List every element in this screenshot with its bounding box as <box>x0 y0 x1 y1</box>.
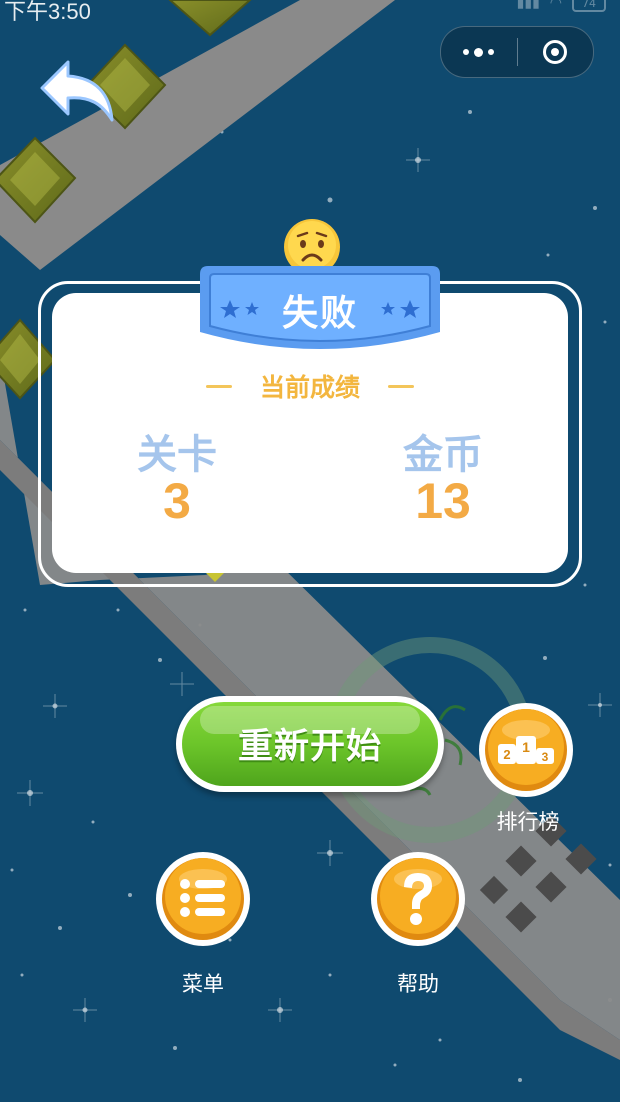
level-value: 3 <box>163 473 191 529</box>
battery-icon: 74 <box>572 0 606 12</box>
score-header-dash-left <box>205 384 232 388</box>
score-header: 当前成绩 <box>196 366 424 406</box>
help-label: 帮助 <box>397 972 439 996</box>
menu-label: 菜单 <box>182 972 224 996</box>
restart-button[interactable]: 重新开始 <box>176 696 444 792</box>
score-header-dash-right <box>388 384 414 388</box>
svg-text:2: 2 <box>503 747 510 762</box>
score-header-label: 当前成绩 <box>259 373 360 402</box>
help-button[interactable] <box>370 851 466 947</box>
restart-label: 重新开始 <box>237 727 382 767</box>
menu-button[interactable] <box>155 851 251 947</box>
miniprogram-capsule <box>440 26 594 78</box>
coins-value: 13 <box>415 473 471 529</box>
svg-text:3: 3 <box>542 750 549 764</box>
wifi-icon: ◠ <box>549 0 562 11</box>
close-button[interactable] <box>518 27 594 77</box>
status-icons: ▮▮▮ ◠ 74 <box>517 0 606 12</box>
back-arrow-icon[interactable] <box>38 54 120 126</box>
leaderboard-label: 排行榜 <box>496 810 560 834</box>
target-close-icon <box>543 40 568 64</box>
signal-icon: ▮▮▮ <box>516 0 540 11</box>
result-title: 失败 <box>281 293 358 334</box>
svg-text:1: 1 <box>522 739 530 755</box>
more-button[interactable] <box>441 27 517 77</box>
more-dots-icon <box>463 47 495 57</box>
status-time: 下午3:50 <box>4 0 91 24</box>
list-icon <box>180 879 225 917</box>
leaderboard-button[interactable]: 2 1 3 <box>478 702 574 798</box>
